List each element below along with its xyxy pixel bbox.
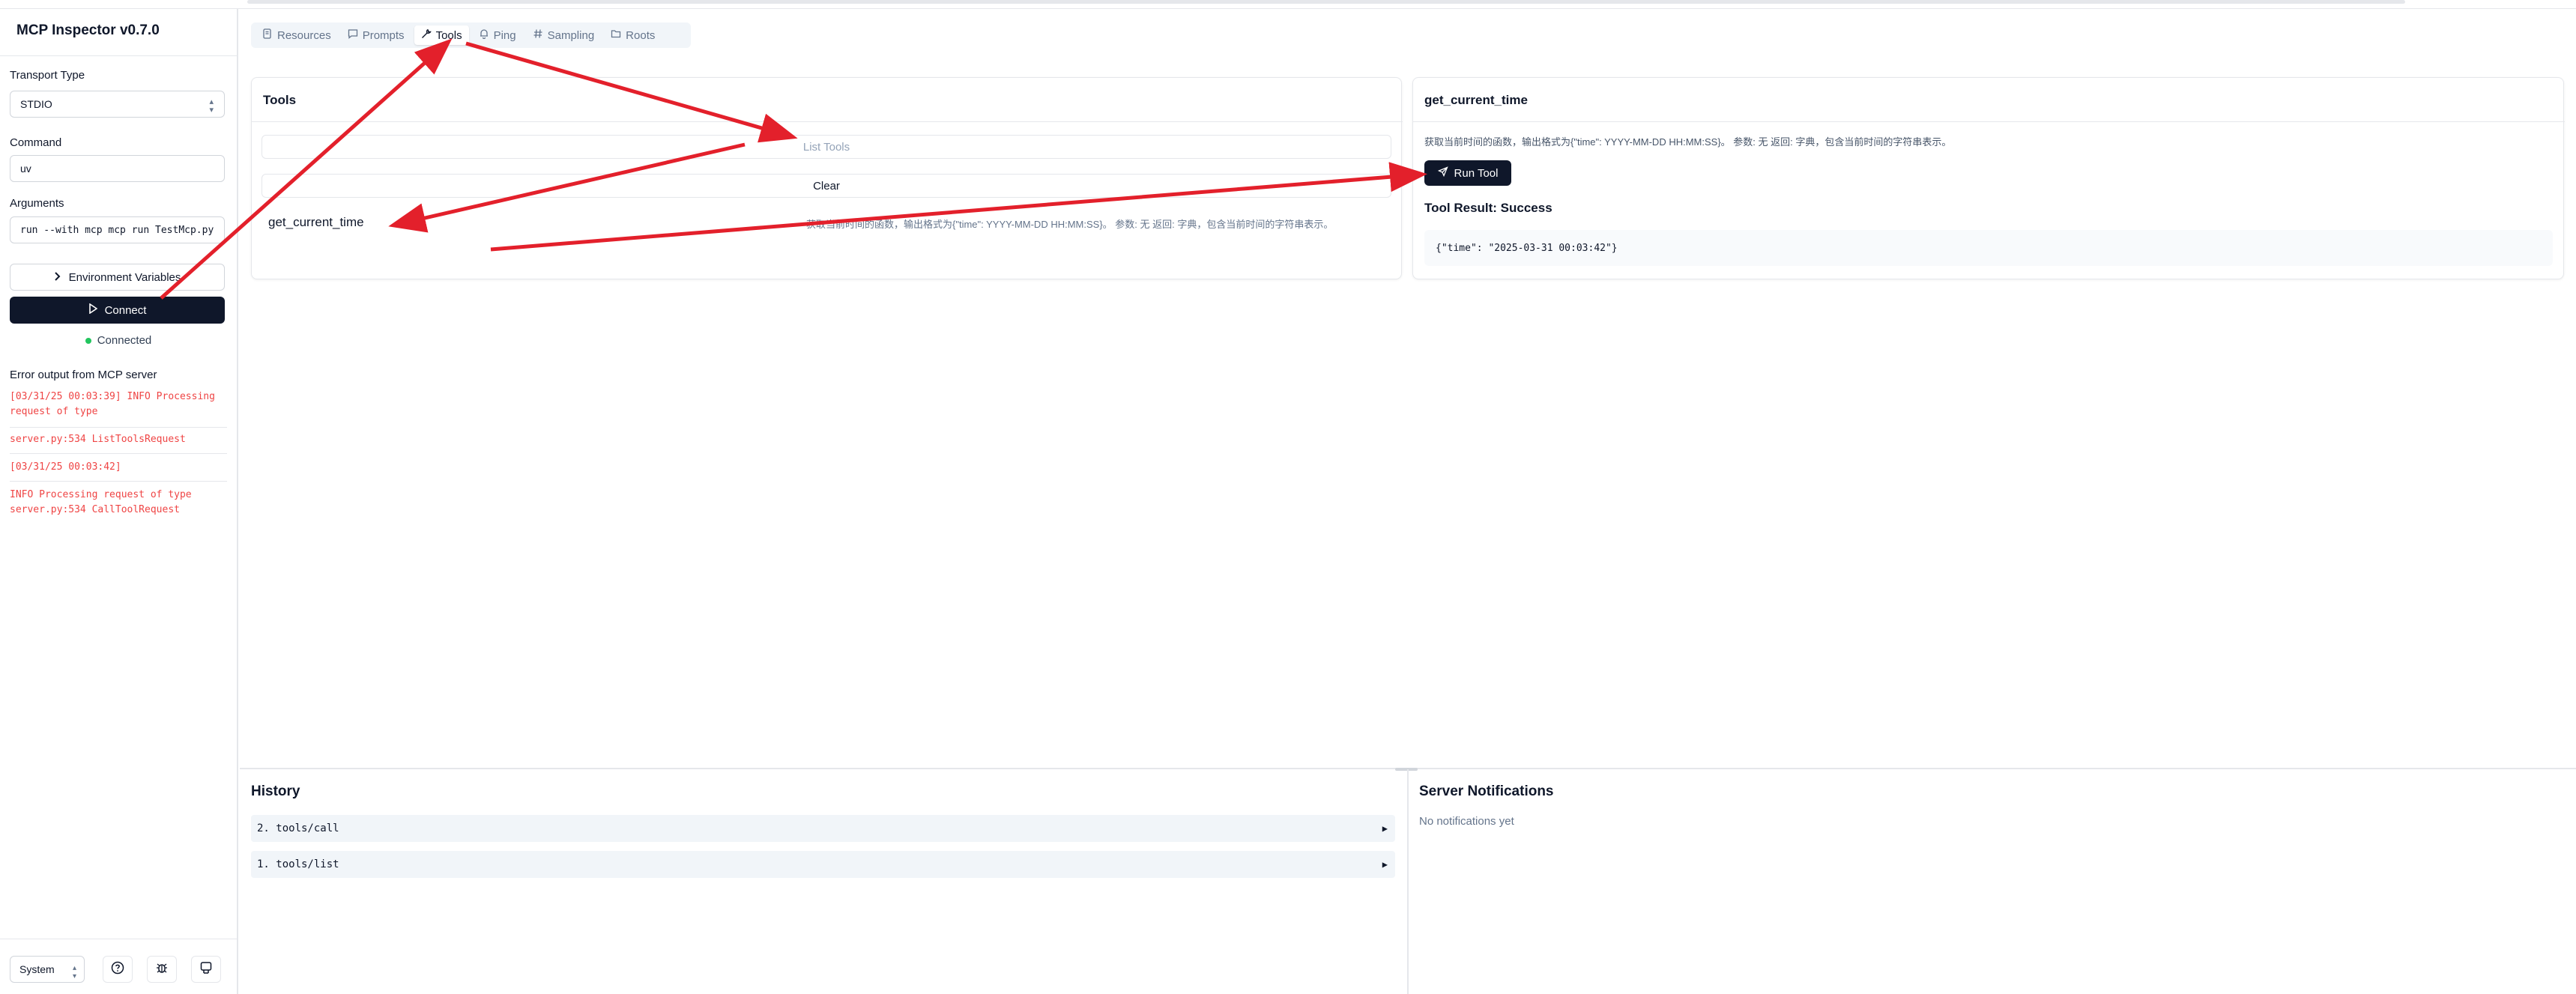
tab-label: Prompts [362,28,405,42]
tab-prompts[interactable]: Prompts [341,25,411,45]
clear-button[interactable]: Clear [261,174,1391,198]
tab-label: Resources [277,28,331,42]
divider [10,481,227,482]
chevron-right-icon [54,271,61,284]
tools-panel-title: Tools [263,93,297,107]
history-item[interactable]: 2. tools/call ▶ [251,815,1395,842]
select-chevron-icon: ▴ ▾ [72,964,76,981]
divider [10,453,227,454]
error-line: server.py:534 ListToolsRequest [10,434,186,445]
clear-label: Clear [813,179,840,193]
tool-detail-panel: get_current_time 获取当前时间的函数，输出格式为{"time":… [1412,77,2565,279]
divider [10,427,227,428]
transport-type-select[interactable]: STDIO ▴ ▾ [10,91,225,118]
tools-icon [421,28,432,42]
arguments-label: Arguments [10,197,64,210]
github-icon [199,961,213,978]
history-title: History [251,784,300,799]
tab-resources[interactable]: Resources [256,25,338,45]
divider [1407,769,1409,994]
status-text: Connected [97,334,152,347]
list-tools-button[interactable]: List Tools [261,135,1391,159]
error-line: INFO Processing request of type server.p… [10,489,198,515]
roots-icon [611,28,621,42]
divider [252,121,1403,122]
history-item-label: 2. tools/call [257,822,339,834]
bug-icon [155,961,169,978]
play-icon [88,303,98,317]
send-icon [1437,166,1448,180]
arguments-value: run --with mcp mcp run TestMcp.py [20,224,214,236]
tab-roots[interactable]: Roots [604,25,662,45]
tool-result-title: Tool Result: Success [1424,201,1552,215]
connection-status: Connected [0,334,237,347]
tool-detail-description: 获取当前时间的函数，输出格式为{"time": YYYY-MM-DD HH:MM… [1424,136,1952,148]
app-title: MCP Inspector v0.7.0 [16,22,160,38]
command-input[interactable]: uv [10,155,225,182]
github-button[interactable] [191,956,221,983]
ping-icon [479,28,489,42]
list-tools-label: List Tools [802,140,850,154]
expand-arrow-icon: ▶ [1382,859,1388,870]
server-notifications-title: Server Notifications [1419,784,1554,799]
connect-label: Connect [104,303,147,317]
arguments-input[interactable]: run --with mcp mcp run TestMcp.py [10,216,225,243]
horizontal-scrollbar[interactable] [247,0,2405,4]
tab-label: Ping [493,28,516,42]
bug-report-button[interactable] [147,956,177,983]
resize-handle[interactable] [1395,768,1418,771]
expand-arrow-icon: ▶ [1382,823,1388,834]
tab-ping[interactable]: Ping [472,25,523,45]
divider [1413,121,2565,122]
error-line: [03/31/25 00:03:39] INFO Processing requ… [10,391,221,417]
history-item[interactable]: 1. tools/list ▶ [251,851,1395,878]
tools-panel: Tools List Tools Clear get_current_time … [251,77,1403,279]
resources-icon [262,28,273,43]
environment-variables-button[interactable]: Environment Variables [10,264,225,291]
run-tool-button[interactable]: Run Tool [1424,160,1511,186]
run-tool-label: Run Tool [1454,166,1499,180]
tab-sampling[interactable]: Sampling [526,25,602,45]
status-dot-icon [85,338,91,345]
tab-bar: Resources Prompts Tools Ping Sampling Ro… [251,22,691,48]
tool-list-item-name[interactable]: get_current_time [268,215,364,230]
connect-button[interactable]: Connect [10,297,225,324]
theme-select[interactable]: System ▴ ▾ [10,956,85,983]
tab-label: Roots [626,28,656,42]
tab-label: Tools [435,28,462,42]
divider [0,55,237,56]
error-output-title: Error output from MCP server [10,369,157,381]
error-line: [03/31/25 00:03:42] [10,461,121,473]
select-chevron-icon: ▴ ▾ [209,97,214,115]
sampling-icon [533,28,543,42]
command-value: uv [20,163,31,175]
tool-detail-title: get_current_time [1424,93,1528,107]
sidebar: MCP Inspector v0.7.0 Transport Type STDI… [0,9,238,994]
theme-value: System [19,963,55,975]
top-strip [0,0,2576,9]
tool-list-item-description: 获取当前时间的函数，输出格式为{"time": YYYY-MM-DD HH:MM… [806,219,1334,230]
help-icon [111,961,124,978]
notifications-empty-text: No notifications yet [1419,815,1514,828]
tab-label: Sampling [547,28,595,42]
command-label: Command [10,136,62,149]
environment-variables-label: Environment Variables [68,270,181,284]
transport-type-value: STDIO [20,98,52,110]
prompts-icon [348,28,358,42]
help-button[interactable] [103,956,133,983]
history-item-label: 1. tools/list [257,858,339,870]
transport-type-label: Transport Type [10,69,85,82]
tab-tools[interactable]: Tools [414,25,469,45]
tool-result-output: {"time": "2025-03-31 00:03:42"} [1424,230,2553,266]
